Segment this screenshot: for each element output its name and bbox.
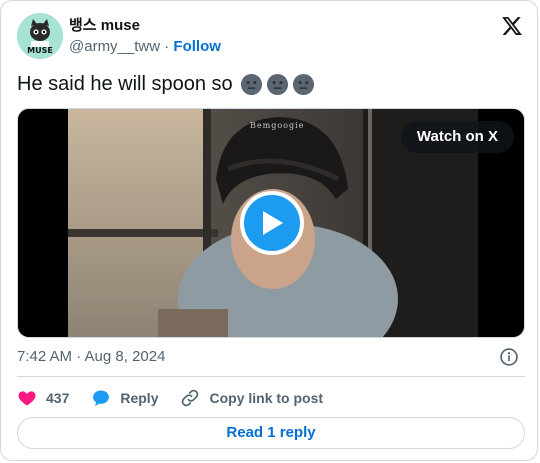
- post-header: MUSE 뱅스 muse @army__tww · Follow: [17, 13, 525, 61]
- video-player[interactable]: Bemgoogie Watch on X: [17, 108, 525, 338]
- link-icon: [182, 389, 199, 407]
- handle-line: @army__tww · Follow: [69, 37, 221, 57]
- copy-link-label: Copy link to post: [209, 390, 324, 406]
- like-button[interactable]: 437: [17, 388, 69, 408]
- post-timestamp[interactable]: 7:42 AM · Aug 8, 2024: [17, 347, 165, 367]
- neutral-face-emoji-icon: [292, 73, 314, 95]
- post-text: He said he will spoon so: [17, 71, 315, 97]
- neutral-face-emoji-icon: [266, 73, 288, 95]
- watch-on-x-button[interactable]: Watch on X: [400, 121, 514, 153]
- info-icon[interactable]: [499, 347, 519, 367]
- author-names: 뱅스 muse @army__tww · Follow: [69, 16, 221, 57]
- like-count: 437: [46, 390, 70, 406]
- avatar-text: MUSE: [27, 46, 53, 55]
- handle[interactable]: @army__tww: [69, 38, 160, 55]
- play-icon: [263, 211, 283, 235]
- x-logo-icon[interactable]: [501, 15, 523, 37]
- read-reply-button[interactable]: Read 1 reply: [17, 417, 525, 449]
- action-bar: 437 Reply Copy link to post: [17, 386, 323, 410]
- reply-button[interactable]: Reply: [91, 388, 158, 408]
- divider: [17, 376, 525, 377]
- separator: ·: [160, 38, 174, 55]
- play-button[interactable]: [240, 191, 304, 255]
- post-text-content: He said he will spoon so: [17, 73, 233, 95]
- neutral-face-emoji-icon: [240, 73, 262, 95]
- display-name[interactable]: 뱅스 muse: [69, 16, 221, 36]
- heart-icon: [18, 391, 36, 406]
- embedded-post-card: MUSE 뱅스 muse @army__tww · Follow He said…: [0, 0, 538, 461]
- follow-link[interactable]: Follow: [173, 38, 221, 55]
- avatar[interactable]: MUSE: [17, 13, 63, 59]
- reply-bubble-icon: [93, 390, 110, 406]
- copy-link-button[interactable]: Copy link to post: [180, 388, 323, 408]
- video-watermark: Bemgoogie: [250, 121, 305, 130]
- reply-label: Reply: [120, 390, 159, 406]
